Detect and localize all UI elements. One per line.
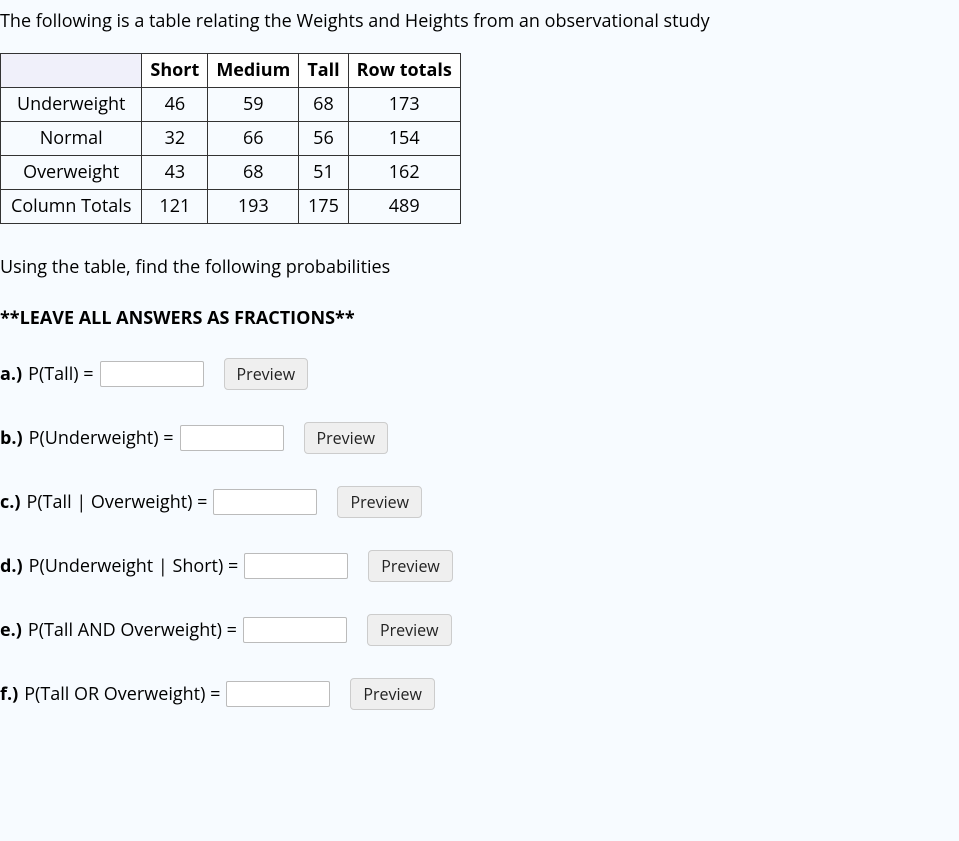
table-header-rowtotals: Row totals [348,54,460,88]
data-table: Short Medium Tall Row totals Underweight… [0,53,461,224]
question-f: f.) P(Tall OR Overweight) = Preview [0,678,959,710]
question-b: b.) P(Underweight) = Preview [0,422,959,454]
answer-input-b[interactable] [180,425,284,451]
answer-input-f[interactable] [226,681,330,707]
question-label: c.) [0,489,21,516]
answer-input-a[interactable] [100,361,204,387]
table-cell: 121 [142,190,208,224]
table-cell: 154 [348,122,460,156]
table-cell: 175 [299,190,348,224]
preview-button-d[interactable]: Preview [368,550,453,582]
table-cell: 162 [348,156,460,190]
preview-button-f[interactable]: Preview [350,678,435,710]
preview-button-b[interactable]: Preview [304,422,389,454]
table-cell: 193 [208,190,299,224]
table-cell: 173 [348,88,460,122]
row-label: Normal [1,122,142,156]
table-cell: 66 [208,122,299,156]
table-cell: 46 [142,88,208,122]
table-row: Normal 32 66 56 154 [1,122,461,156]
preview-button-a[interactable]: Preview [224,358,309,390]
preview-button-c[interactable]: Preview [337,486,422,518]
question-text: P(Tall) = [28,361,93,388]
answer-input-c[interactable] [213,489,317,515]
table-cell: 59 [208,88,299,122]
table-row: Column Totals 121 193 175 489 [1,190,461,224]
subhead-text: Using the table, find the following prob… [0,254,959,281]
question-label: d.) [0,553,23,580]
table-cell: 43 [142,156,208,190]
table-cell: 51 [299,156,348,190]
question-text: P(Underweight | Short) = [29,553,239,580]
question-c: c.) P(Tall | Overweight) = Preview [0,486,959,518]
table-header-row: Short Medium Tall Row totals [1,54,461,88]
question-a: a.) P(Tall) = Preview [0,358,959,390]
table-row: Underweight 46 59 68 173 [1,88,461,122]
question-e: e.) P(Tall AND Overweight) = Preview [0,614,959,646]
row-label: Underweight [1,88,142,122]
question-text: P(Underweight) = [29,425,174,452]
table-row: Overweight 43 68 51 162 [1,156,461,190]
question-label: b.) [0,425,23,452]
row-label: Column Totals [1,190,142,224]
question-d: d.) P(Underweight | Short) = Preview [0,550,959,582]
answer-input-d[interactable] [244,553,348,579]
row-label: Overweight [1,156,142,190]
instruction-text: **LEAVE ALL ANSWERS AS FRACTIONS** [0,305,959,332]
question-text: P(Tall | Overweight) = [27,489,208,516]
table-cell: 68 [208,156,299,190]
table-cell: 489 [348,190,460,224]
question-text: P(Tall OR Overweight) = [24,681,220,708]
question-label: a.) [0,361,22,388]
table-header-short: Short [142,54,208,88]
table-header-tall: Tall [299,54,348,88]
question-label: f.) [0,681,18,708]
intro-text: The following is a table relating the We… [0,8,959,35]
table-cell: 32 [142,122,208,156]
question-label: e.) [0,617,22,644]
table-header-medium: Medium [208,54,299,88]
question-text: P(Tall AND Overweight) = [28,617,237,644]
answer-input-e[interactable] [243,617,347,643]
table-cell: 56 [299,122,348,156]
table-cell: 68 [299,88,348,122]
preview-button-e[interactable]: Preview [367,614,452,646]
table-header-blank [1,54,142,88]
